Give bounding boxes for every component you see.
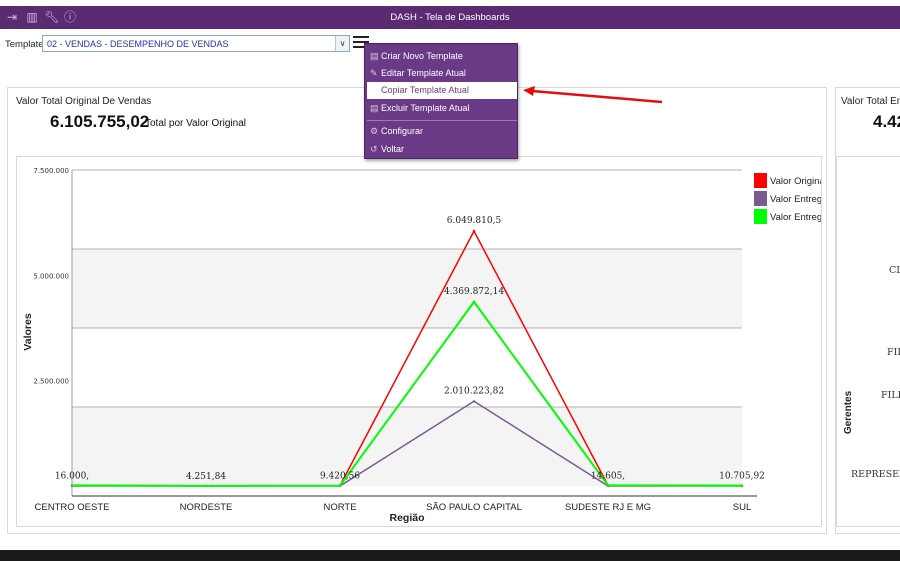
legend-swatch [754,191,767,206]
menu-item-back[interactable]: ↺ Voltar [367,141,517,158]
new-template-icon: ▤ [370,51,379,61]
delete-icon: ▤ [370,103,379,113]
x-tick-label: CENTRO OESTE [35,502,110,513]
legend-label: Valor Entregue [770,212,821,223]
back-icon: ↺ [370,144,378,154]
menu-item-delete-template[interactable]: ▤ Excluir Template Atual [367,100,517,117]
y-axis-title: Valores [22,313,34,351]
menu-separator [367,120,517,121]
y-tick-label: 5.000.000 [33,272,69,280]
menu-item-copy-template[interactable]: Copiar Template Atual [367,82,517,99]
category-label: FILIA [881,390,900,401]
kpi-value: 4.42 [873,112,900,131]
category-label: CL [889,265,900,276]
data-point [740,484,744,487]
kpi-label: Valor Total Original De Vendas [16,96,152,107]
template-select[interactable]: 02 - VENDAS - DESEMPENHO DE VENDAS ∨ [42,35,350,52]
region-line-chart: 7.500.000 5.000.000 2.500.000 CENTRO OESTE N… [22,167,833,524]
menu-item-edit-template[interactable]: ✎ Editar Template Atual [367,65,517,82]
template-label: Template [5,39,44,50]
app-window: ⇥ ▥ 🔧︎ ⓘ DASH - Tela de Dashboards Templ… [0,0,900,561]
data-label: 9.420,56 [320,472,360,482]
kpi-value: 6.105.755,02 [50,112,150,131]
x-tick-label: SUDESTE RJ E MG [565,502,651,513]
category-label: FILI [887,347,900,358]
x-tick-label: SUL [733,502,751,513]
data-point [606,484,610,487]
bottom-bar [0,550,900,561]
data-label: 4.369.872,14 [444,287,504,297]
data-point [338,484,342,487]
plot-band [72,407,742,486]
configure-icon: ⚙ [370,126,379,136]
legend-label: Valor Entregar [770,194,821,205]
chevron-down-icon[interactable]: ∨ [335,36,349,51]
template-select-value: 02 - VENDAS - DESEMPENHO DE VENDAS [47,39,229,49]
data-label: 14.605, [591,471,625,481]
template-menu: ▤ Criar Novo Template ✎ Editar Template At… [364,43,518,159]
kpi-label: Valor Total Ent [841,96,900,107]
x-tick-label: NORTE [323,502,356,513]
managers-chart: Gerentes CL FILI FILIA REPRESENTA [836,156,900,527]
menu-item-new-template[interactable]: ▤ Criar Novo Template [367,48,517,65]
kpi-value-suffix: Total por Valor Original [145,118,246,129]
data-point [70,484,74,487]
data-label: 4.251,84 [186,472,226,482]
legend-swatch [754,173,767,188]
y-tick-label: 2.500.000 [33,378,69,386]
category-label: REPRESENTA [851,469,900,480]
x-tick-label: NORDESTE [180,502,233,513]
kpi-panel-delivered: Valor Total Ent 4.42 Gerentes CL FILI FI… [835,87,900,534]
legend-swatch [754,209,767,224]
data-label: 2.010.223,82 [444,386,504,396]
data-point [204,484,208,488]
legend-label: Valor Original [770,176,821,187]
window-title: DASH - Tela de Dashboards [390,12,510,23]
data-label: 6.049.810,5 [447,216,502,226]
x-axis-title: Região [389,512,424,524]
chart-container: 7.500.000 5.000.000 2.500.000 CENTRO OESTE N… [16,156,833,527]
x-tick-label: SÃO PAULO CAPITAL [426,502,522,513]
data-point [472,229,476,233]
data-point [472,300,476,304]
data-label: 16.000, [55,471,89,481]
menu-item-configure[interactable]: ⚙ Configurar [367,123,517,140]
y-axis-label: Gerentes [843,390,855,435]
title-bar: ⇥ ▥ 🔧︎ ⓘ DASH - Tela de Dashboards [0,6,900,29]
annotation-arrow [523,86,663,104]
data-point [472,400,476,403]
edit-icon: ✎ [370,68,378,78]
y-tick-label: 7.500.000 [33,167,69,175]
data-label: 10.705,92 [719,472,765,482]
plot-band [72,249,742,328]
